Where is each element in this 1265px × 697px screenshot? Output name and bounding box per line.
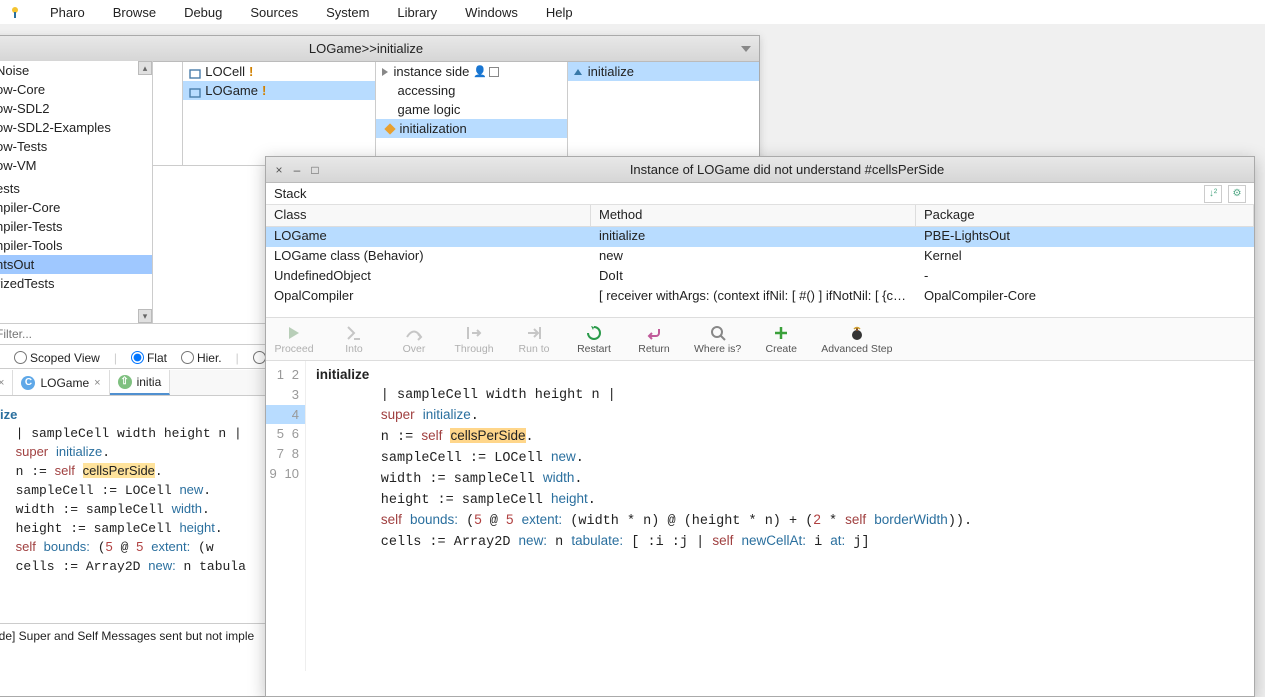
class-pane[interactable]: LOCell! LOGame! (183, 62, 375, 165)
checkbox-icon[interactable] (489, 67, 499, 77)
runto-button[interactable]: Run to (514, 324, 554, 355)
radio-flat[interactable]: Flat (131, 351, 167, 365)
package-list[interactable]: Noise ow-Core ow-SDL2 ow-SDL2-Examples o… (0, 61, 153, 323)
return-button[interactable]: Return (634, 324, 674, 355)
tab-close-1[interactable]: × (0, 370, 13, 395)
scroll-up-icon[interactable]: ▴ (138, 61, 152, 75)
package-item[interactable]: ow-Tests (0, 137, 152, 156)
minimize-button[interactable]: – (290, 163, 304, 177)
debugger-source[interactable]: initialize | sampleCell width height n |… (306, 361, 1254, 671)
close-icon[interactable]: × (0, 377, 4, 389)
pharo-icon (8, 5, 22, 19)
package-item-selected[interactable]: ntsOut (0, 255, 152, 274)
tab-logame[interactable]: C LOGame × (13, 370, 109, 395)
close-icon[interactable]: × (94, 377, 100, 389)
debugger-code-area[interactable]: 1 2 3 4 5 6 7 8 9 10 initialize | sample… (266, 361, 1254, 671)
close-button[interactable]: × (272, 163, 286, 177)
stack-list[interactable]: LOGame initialize PBE-LightsOut LOGame c… (266, 227, 1254, 317)
stack-row[interactable]: LOGame initialize PBE-LightsOut (266, 227, 1254, 247)
package-item[interactable]: ow-SDL2-Examples (0, 118, 152, 137)
protocol-game-logic[interactable]: game logic (376, 100, 567, 119)
debugger-window: × – □ Instance of LOGame did not underst… (265, 156, 1255, 697)
menu-windows[interactable]: Windows (465, 5, 518, 20)
protocol-pane[interactable]: instance side 👤 accessing game logic ini… (376, 62, 568, 165)
col-class[interactable]: Class (266, 205, 591, 226)
into-button[interactable]: Into (334, 324, 374, 355)
line-gutter: 1 2 3 4 5 6 7 8 9 10 (266, 361, 306, 671)
package-item[interactable]: npiler-Core (0, 198, 152, 217)
stack-label: Stack (274, 186, 307, 201)
col-method[interactable]: Method (591, 205, 916, 226)
protocol-initialization[interactable]: initialization (376, 119, 567, 138)
stack-row[interactable]: LOGame class (Behavior) new Kernel (266, 247, 1254, 267)
method-pill-icon: ⇧ (118, 375, 132, 389)
stack-row[interactable]: UndefinedObject DoIt - (266, 267, 1254, 287)
class-item-logame[interactable]: LOGame! (183, 81, 374, 100)
debugger-titlebar[interactable]: × – □ Instance of LOGame did not underst… (266, 157, 1254, 183)
package-item[interactable]: npiler-Tools (0, 236, 152, 255)
class-pill-icon: C (21, 376, 35, 390)
restart-button[interactable]: Restart (574, 324, 614, 355)
menu-library[interactable]: Library (397, 5, 437, 20)
over-button[interactable]: Over (394, 324, 434, 355)
titlebar-menu-icon[interactable] (741, 46, 751, 52)
stack-header-row: Stack ↓² ⚙ (266, 183, 1254, 205)
through-button[interactable]: Through (454, 324, 494, 355)
class-icon (189, 67, 201, 77)
create-button[interactable]: Create (761, 324, 801, 355)
scroll-down-icon[interactable]: ▾ (138, 309, 152, 323)
stack-columns: Class Method Package (266, 205, 1254, 227)
protocol-instance-side[interactable]: instance side 👤 (376, 62, 567, 81)
filter-input[interactable] (0, 325, 160, 343)
package-item[interactable]: ow-Core (0, 80, 152, 99)
menu-pharo[interactable]: Pharo (50, 5, 85, 20)
package-item[interactable]: Noise (0, 61, 152, 80)
stack-row[interactable]: OpalCompiler [ receiver withArgs: (conte… (266, 287, 1254, 307)
menu-bar: Pharo Browse Debug Sources System Librar… (0, 0, 1265, 24)
browser-titlebar[interactable]: LOGame>>initialize (0, 36, 759, 62)
radio-hier[interactable]: Hier. (181, 351, 222, 365)
gear-icon[interactable]: ⚙ (1228, 185, 1246, 203)
method-pane[interactable]: initialize (568, 62, 759, 165)
protocol-accessing[interactable]: accessing (376, 81, 567, 100)
scrollbar[interactable]: ▴ ▾ (138, 61, 152, 323)
person-icon: 👤 (473, 65, 487, 78)
debugger-toolbar: Proceed Into Over Through Run to Restart… (266, 317, 1254, 361)
maximize-button[interactable]: □ (308, 163, 322, 177)
warning-icon: ! (262, 83, 266, 98)
triangle-up-icon (574, 69, 582, 75)
diamond-icon (384, 123, 395, 134)
package-item[interactable]: ests (0, 179, 152, 198)
method-initialize[interactable]: initialize (568, 62, 759, 81)
menu-system[interactable]: System (326, 5, 369, 20)
menu-browse[interactable]: Browse (113, 5, 156, 20)
package-item[interactable]: ow-VM (0, 156, 152, 175)
warning-icon: ! (249, 64, 253, 79)
advanced-step-button[interactable]: Advanced Step (821, 324, 892, 355)
menu-debug[interactable]: Debug (184, 5, 222, 20)
menu-sources[interactable]: Sources (250, 5, 298, 20)
debugger-title: Instance of LOGame did not understand #c… (326, 162, 1248, 177)
class-icon (189, 86, 201, 96)
radio-scoped[interactable]: Scoped View (14, 351, 100, 365)
proceed-button[interactable]: Proceed (274, 324, 314, 355)
menu-help[interactable]: Help (546, 5, 573, 20)
sort-icon[interactable]: ↓² (1204, 185, 1222, 203)
package-item[interactable]: ow-SDL2 (0, 99, 152, 118)
class-item-locell[interactable]: LOCell! (183, 62, 374, 81)
tab-initialize[interactable]: ⇧ initia (110, 370, 171, 395)
triangle-right-icon (382, 68, 388, 76)
browser-title: LOGame>>initialize (0, 41, 741, 56)
package-item[interactable]: npiler-Tests (0, 217, 152, 236)
package-item[interactable]: rizedTests (0, 274, 152, 293)
whereis-button[interactable]: Where is? (694, 324, 741, 355)
col-package[interactable]: Package (916, 205, 1254, 226)
